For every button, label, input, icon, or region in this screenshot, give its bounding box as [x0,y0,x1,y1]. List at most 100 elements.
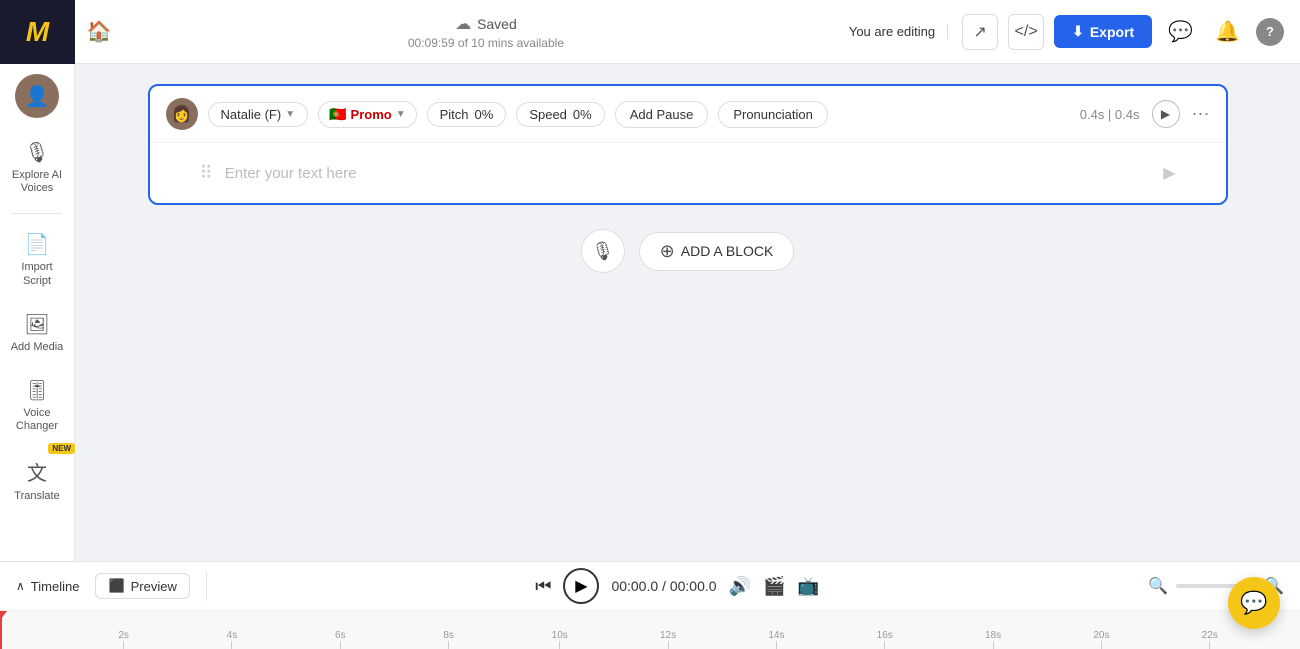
saved-label: Saved [477,16,517,32]
zoom-out-button[interactable]: 🔍 [1148,576,1168,596]
ruler-tick [884,641,885,649]
ruler-tick [123,641,124,649]
ruler-label: 20s [1093,630,1109,641]
import-script-icon: 📄 [25,232,50,257]
ruler-tick [993,641,994,649]
ruler-label: 6s [335,630,346,641]
speed-control[interactable]: Speed 0% [516,102,604,127]
editing-label: You are editing [849,24,948,39]
block-text-area[interactable]: ⠿ Enter your text here ▶ [150,143,1226,203]
share-button[interactable]: ↗ [962,14,998,50]
mic-button[interactable]: 🎙 [581,229,625,273]
topbar-right: You are editing ↗ </> ⬇ Export 💬 🔔 ? [849,13,1300,50]
ruler-tick [231,641,232,649]
sidebar: 👤 🎙 Explore AI Voices 📄 Import Script 🖼 … [0,64,75,561]
notification-icon[interactable]: 🔔 [1209,15,1246,49]
preview-tab[interactable]: ⬛ Preview [95,573,189,599]
ruler-marker: 16s [877,630,893,649]
drag-handle-icon: ⠿ [200,163,213,184]
ruler-tick [340,641,341,649]
chat-icon[interactable]: 💬 [1162,13,1199,50]
timeline-label-text: Timeline [31,579,80,594]
add-media-icon: 🖼 [24,312,49,337]
voice-avatar: 👩 [166,98,198,130]
mic-icon: 🎙 [591,241,614,262]
skip-back-button[interactable]: ⏮ [535,576,551,597]
pronunciation-button[interactable]: Pronunciation [718,101,828,128]
sidebar-label-import-script: Import Script [9,261,65,287]
ruler-marker: 6s [335,630,346,649]
sidebar-item-import-script[interactable]: 📄 Import Script [3,222,71,297]
code-icon: </> [1015,23,1038,41]
notification-wrapper: 🔔 [1209,19,1246,44]
pitch-value: 0% [475,107,494,122]
chevron-up-icon: ∧ [16,579,25,593]
style-chevron-icon: ▼ [396,109,406,120]
play-icon: ▶ [1161,107,1170,121]
ruler-tick [1101,641,1102,649]
timeline-toggle[interactable]: ∧ Timeline [16,579,79,594]
share-icon: ↗ [973,22,986,42]
time-display: 00:00.0 / 00:00.0 [611,578,716,594]
ruler-marker: 22s [1202,630,1218,649]
volume-button[interactable]: 🔊 [729,576,751,597]
ruler-marker: 12s [660,630,676,649]
block-toolbar-right: 0.4s | 0.4s ▶ ⋯ [1080,100,1210,128]
voice-avatar-img: 👩 [172,104,192,124]
camera-button[interactable]: 🎬 [763,576,785,597]
add-block-label: ADD A BLOCK [681,243,774,259]
ruler-label: 10s [552,630,568,641]
ruler-marker: 14s [768,630,784,649]
block-toolbar: 👩 Natalie (F) ▼ 🇵🇹 Promo ▼ Pitch 0% Spee… [150,86,1226,143]
voice-chevron-icon: ▼ [285,109,295,120]
app-logo[interactable]: M [0,0,75,64]
pitch-control[interactable]: Pitch 0% [427,102,507,127]
ruler-label: 16s [877,630,893,641]
play-inline-icon[interactable]: ▶ [1163,163,1175,183]
ruler-marker: 2s [118,630,129,649]
sidebar-item-voice-changer[interactable]: 🎚 Voice Changer [3,368,71,443]
chat-widget[interactable]: 💬 [1228,577,1280,629]
playhead-triangle [0,611,7,619]
avatar-image: 👤 [25,84,50,109]
export-button[interactable]: ⬇ Export [1054,15,1152,48]
code-button[interactable]: </> [1008,14,1044,50]
more-options-button[interactable]: ⋯ [1192,104,1210,125]
screen-button[interactable]: 📺 [797,576,819,597]
text-placeholder[interactable]: Enter your text here [225,165,1152,182]
timeline-controls: ∧ Timeline ⬛ Preview ⏮ ▶ 00:00.0 / 00:00… [0,562,1300,611]
add-pause-button[interactable]: Add Pause [615,101,709,128]
ruler-label: 4s [227,630,238,641]
ruler-label: 8s [443,630,454,641]
sidebar-item-add-media[interactable]: 🖼 Add Media [3,302,71,364]
plus-icon: ⊕ [660,241,675,262]
logo-text: M [26,16,49,48]
ruler-tick [559,641,560,649]
saved-status: ☁ Saved [455,14,517,34]
timeline-ruler: 2s 4s 6s 8s 10s 12s 14s 16s 18s 20s 22s [0,611,1300,649]
ruler-label: 14s [768,630,784,641]
new-badge: NEW [48,443,75,454]
chat-widget-icon: 💬 [1240,590,1267,616]
add-block-button[interactable]: ⊕ ADD A BLOCK [639,232,795,271]
home-button[interactable]: 🏠 [75,19,123,44]
translate-icon: 文 [27,457,47,486]
content-area: 👩 Natalie (F) ▼ 🇵🇹 Promo ▼ Pitch 0% Spee… [75,64,1300,561]
main-layout: 👤 🎙 Explore AI Voices 📄 Import Script 🖼 … [0,64,1300,561]
sidebar-item-translate[interactable]: NEW 文 Translate [3,447,71,513]
play-transport-icon: ▶ [575,576,587,596]
user-avatar[interactable]: 👤 [15,74,59,118]
ruler-tick [448,641,449,649]
sidebar-label-translate: Translate [14,490,59,503]
speed-label: Speed [529,107,567,122]
ruler-tick [776,641,777,649]
ruler-tick [1209,641,1210,649]
voice-selector[interactable]: Natalie (F) ▼ [208,102,309,127]
flag-icon: 🇵🇹 [329,106,346,123]
timeline-divider [206,571,207,601]
help-button[interactable]: ? [1256,18,1284,46]
play-pause-button[interactable]: ▶ [563,568,599,604]
play-block-button[interactable]: ▶ [1152,100,1180,128]
sidebar-item-explore-ai[interactable]: 🎙 Explore AI Voices [3,130,71,205]
style-selector[interactable]: 🇵🇹 Promo ▼ [318,101,417,128]
